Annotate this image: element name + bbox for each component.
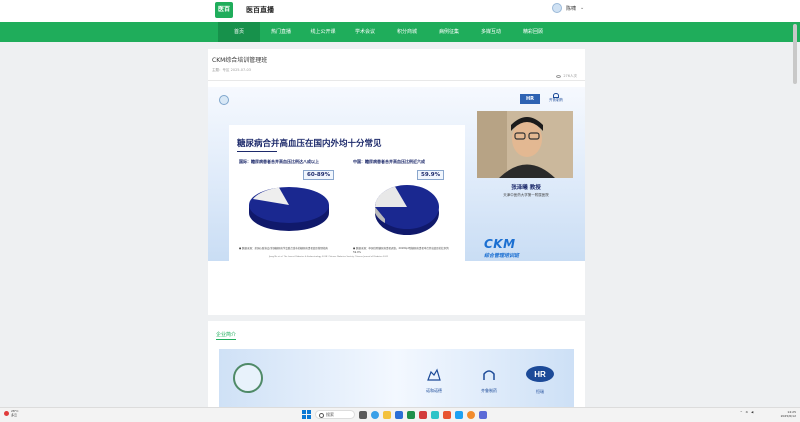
weather-text: 多云 — [11, 412, 18, 417]
presenter-wall-left — [477, 111, 507, 178]
page-title: CKM综合培训管理班 — [212, 57, 268, 64]
site-logo[interactable]: 医百 — [215, 2, 233, 18]
presentation-slide: 糖尿病合并高血压在国内外均十分常见 国际：糖尿病患者合并高血压比例达八成以上 中… — [229, 125, 465, 261]
chevron-up-icon[interactable]: ^ — [740, 410, 743, 414]
right-pie-value: 59.9% — [417, 170, 445, 180]
weather-text-block: 28°C 多云 — [11, 409, 18, 417]
app-icon-green[interactable] — [407, 410, 415, 419]
sponsor-logo-hr: HR — [520, 94, 540, 104]
app-icon-blue[interactable] — [455, 410, 463, 419]
left-pie-value: 60-89% — [303, 170, 335, 180]
enterprise-logo-qilu: 齐鲁制药 — [481, 367, 497, 394]
presenter-name: 张泽曦 教授 — [511, 185, 541, 191]
left-pie-chart — [249, 187, 329, 231]
divider — [208, 80, 585, 81]
user-name[interactable]: 陈啸 — [566, 5, 576, 12]
taskbar-search[interactable]: 搜索 — [315, 410, 355, 419]
user-menu[interactable]: 陈啸 ⌄ — [552, 3, 584, 13]
app-icon-teal[interactable] — [431, 410, 439, 419]
enterprise-title[interactable]: 企业简介 — [216, 331, 236, 338]
taskbar-apps: 搜索 — [302, 410, 487, 419]
wifi-icon[interactable]: ≋ — [746, 410, 749, 414]
system-tray: ^ ≋ ◀ — [740, 410, 753, 414]
live-card: CKM综合培训管理班 主题：专区 2025-07-03 276人次 HR 齐鲁制… — [208, 49, 585, 315]
hengrui-logo-icon: HR — [526, 366, 554, 382]
main-nav: 首页 热门直播 线上公开课 学术会议 积分商城 病例征集 多媒互动 精彩回顾 — [0, 22, 800, 42]
enterprise-emblem-icon — [233, 363, 263, 393]
app-icon-red[interactable] — [419, 410, 427, 419]
nav-item-7[interactable]: 精彩回顾 — [512, 22, 554, 42]
avatar[interactable] — [552, 3, 562, 13]
file-explorer-icon[interactable] — [383, 410, 391, 419]
enterprise-logo-novo-label: 诺和诺德 — [426, 388, 442, 393]
nav-item-2[interactable]: 线上公开课 — [302, 22, 344, 42]
nav-item-4[interactable]: 积分商城 — [386, 22, 428, 42]
enterprise-title-underline — [216, 339, 236, 340]
weather-widget[interactable]: 28°C 多云 — [4, 409, 18, 417]
nav-items: 首页 热门直播 线上公开课 学术会议 积分商城 病例征集 多媒互动 精彩回顾 — [218, 22, 554, 42]
enterprise-logo-novo: 诺和诺德 — [426, 367, 442, 394]
clock-date: 2025/6/12 — [780, 414, 796, 418]
top-bar: 医百 医百直播 陈啸 ⌄ — [0, 0, 800, 22]
eye-icon — [556, 75, 562, 78]
ckm-subtitle: 综合管理培训班 — [484, 253, 520, 259]
store-icon[interactable] — [395, 410, 403, 419]
presenter-organization: 天津中医药大学第一附属医院 — [503, 193, 549, 197]
enterprise-logo-qilu-label: 齐鲁制药 — [481, 388, 497, 393]
scrollbar[interactable] — [793, 24, 797, 84]
windows-start-icon[interactable] — [302, 410, 311, 419]
ckm-title: CKM — [484, 237, 516, 251]
slide-right-note: ● 数据来源：中国住院糖尿病患者调查，2018年2型糖尿病患者中合并高血压的比例… — [353, 247, 449, 254]
nav-item-3[interactable]: 学术会议 — [344, 22, 386, 42]
os-taskbar: 28°C 多云 搜索 ^ ≋ ◀ 14:25 2025/6/12 — [0, 407, 800, 422]
novo-bull-icon — [427, 368, 441, 381]
wps-icon[interactable] — [443, 410, 451, 419]
view-count: 276人次 — [556, 74, 577, 79]
presenter-video-feed — [477, 111, 573, 178]
edge-browser-icon[interactable] — [371, 410, 379, 419]
slide-left-heading: 国际：糖尿病患者合并高血压比例达八成以上 — [239, 159, 319, 164]
slide-left-note: ● 数据来源：美国心脏协会/美国糖尿病学会联合发布的糖尿病患者血压管理指南 — [239, 247, 328, 250]
nav-item-6[interactable]: 多媒互动 — [470, 22, 512, 42]
weather-icon — [4, 411, 9, 416]
chrome-icon[interactable] — [467, 410, 475, 419]
video-player[interactable]: HR 齐鲁制药 糖尿病合并高血压在国内外均十分常见 国际：糖尿病患者合并高血压比… — [208, 87, 585, 261]
slide-title-rule — [237, 151, 277, 152]
chevron-down-icon[interactable]: ⌄ — [580, 5, 584, 11]
enterprise-card: 企业简介 诺和诺德 齐鲁制药 HR 恒瑞 — [208, 321, 585, 411]
enterprise-logo-hengrui: HR 恒瑞 — [525, 365, 555, 395]
enterprise-logo-hengrui-label: 恒瑞 — [536, 389, 544, 394]
slide-footnote: Jiang Ms et al. The Lancet Diabetes & En… — [269, 256, 389, 258]
site-name[interactable]: 医百直播 — [246, 5, 274, 15]
sponsor-logo-qilu: 齐鲁制药 — [544, 93, 568, 105]
qilu-logo-icon — [483, 370, 495, 380]
page-meta: 主题：专区 2025-07-03 — [212, 68, 251, 72]
nav-item-5[interactable]: 病例征集 — [428, 22, 470, 42]
nav-item-1[interactable]: 热门直播 — [260, 22, 302, 42]
nav-item-0[interactable]: 首页 — [218, 22, 260, 42]
svg-text:HR: HR — [534, 370, 546, 379]
view-count-text: 276人次 — [563, 74, 577, 78]
slide-title: 糖尿病合并高血压在国内外均十分常见 — [237, 139, 382, 149]
task-view-icon[interactable] — [359, 410, 367, 419]
slide-right-heading: 中国：糖尿病患者合并高血压比例近六成 — [353, 159, 425, 164]
qilu-logo-label: 齐鲁制药 — [549, 98, 563, 102]
taskbar-clock[interactable]: 14:25 2025/6/12 — [781, 410, 796, 418]
volume-icon[interactable]: ◀ — [751, 410, 753, 414]
right-pie-chart — [374, 185, 439, 235]
app-icon-purple[interactable] — [479, 410, 487, 419]
university-emblem-icon — [219, 95, 229, 105]
enterprise-banner: 诺和诺德 齐鲁制药 HR 恒瑞 — [219, 349, 574, 411]
